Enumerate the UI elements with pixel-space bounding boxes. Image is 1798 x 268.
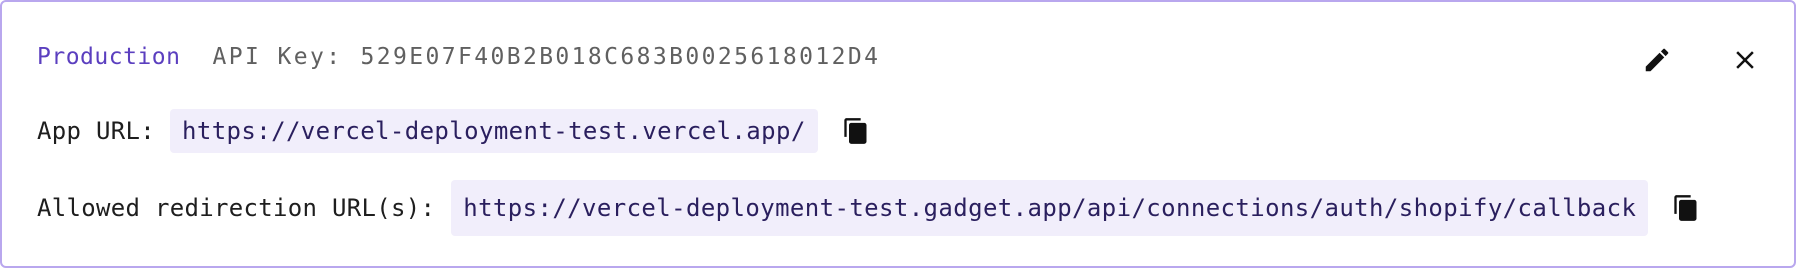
redirection-url-value[interactable]: https://vercel-deployment-test.gadget.ap…	[451, 180, 1649, 236]
app-url-value[interactable]: https://vercel-deployment-test.vercel.ap…	[170, 109, 818, 153]
copy-icon	[844, 118, 867, 144]
environment-name: Production	[37, 44, 181, 70]
environment-header: Production API Key: 529E07F40B2B018C683B…	[37, 38, 880, 76]
app-url-label: App URL:	[37, 117, 155, 145]
redirection-url-label: Allowed redirection URL(s):	[37, 194, 436, 222]
close-icon	[1736, 51, 1754, 69]
close-button[interactable]	[1727, 42, 1763, 78]
copy-app-url-button[interactable]	[840, 115, 872, 147]
app-url-row: App URL: https://vercel-deployment-test.…	[37, 109, 872, 153]
copy-icon	[1674, 195, 1697, 221]
copy-redirection-url-button[interactable]	[1670, 192, 1702, 224]
edit-button[interactable]	[1639, 42, 1675, 78]
api-key-value: 529E07F40B2B018C683B0025618012D4	[360, 44, 881, 70]
api-key-label: API Key:	[212, 44, 343, 70]
pencil-icon	[1645, 48, 1669, 72]
redirection-url-row: Allowed redirection URL(s): https://verc…	[37, 180, 1702, 236]
environment-card: Production API Key: 529E07F40B2B018C683B…	[0, 0, 1796, 268]
